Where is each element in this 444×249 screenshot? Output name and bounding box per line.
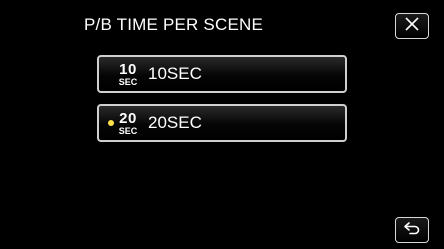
icon-number: 10 bbox=[119, 60, 137, 78]
page-title: P/B TIME PER SCENE bbox=[84, 15, 263, 34]
menu-screen: P/B TIME PER SCENE 10 SEC 10SEC 20 SEC 2… bbox=[0, 0, 444, 249]
return-arrow-icon bbox=[403, 221, 421, 240]
icon-number: 20 bbox=[119, 109, 137, 127]
selected-dot-icon bbox=[108, 120, 114, 126]
selection-marker-slot bbox=[99, 57, 117, 91]
icon-unit: SEC bbox=[118, 125, 138, 136]
time-10sec-icon: 10 SEC bbox=[117, 62, 139, 87]
option-10sec-button[interactable]: 10 SEC 10SEC bbox=[97, 55, 347, 93]
back-button[interactable] bbox=[395, 217, 429, 243]
time-20sec-icon: 20 SEC bbox=[117, 111, 139, 136]
close-icon bbox=[404, 16, 420, 37]
option-20sec-button[interactable]: 20 SEC 20SEC bbox=[97, 104, 347, 142]
option-label: 20SEC bbox=[148, 113, 202, 132]
selection-marker-slot bbox=[99, 106, 117, 140]
option-label: 10SEC bbox=[148, 64, 202, 83]
close-button[interactable] bbox=[395, 13, 429, 39]
icon-unit: SEC bbox=[118, 76, 138, 87]
